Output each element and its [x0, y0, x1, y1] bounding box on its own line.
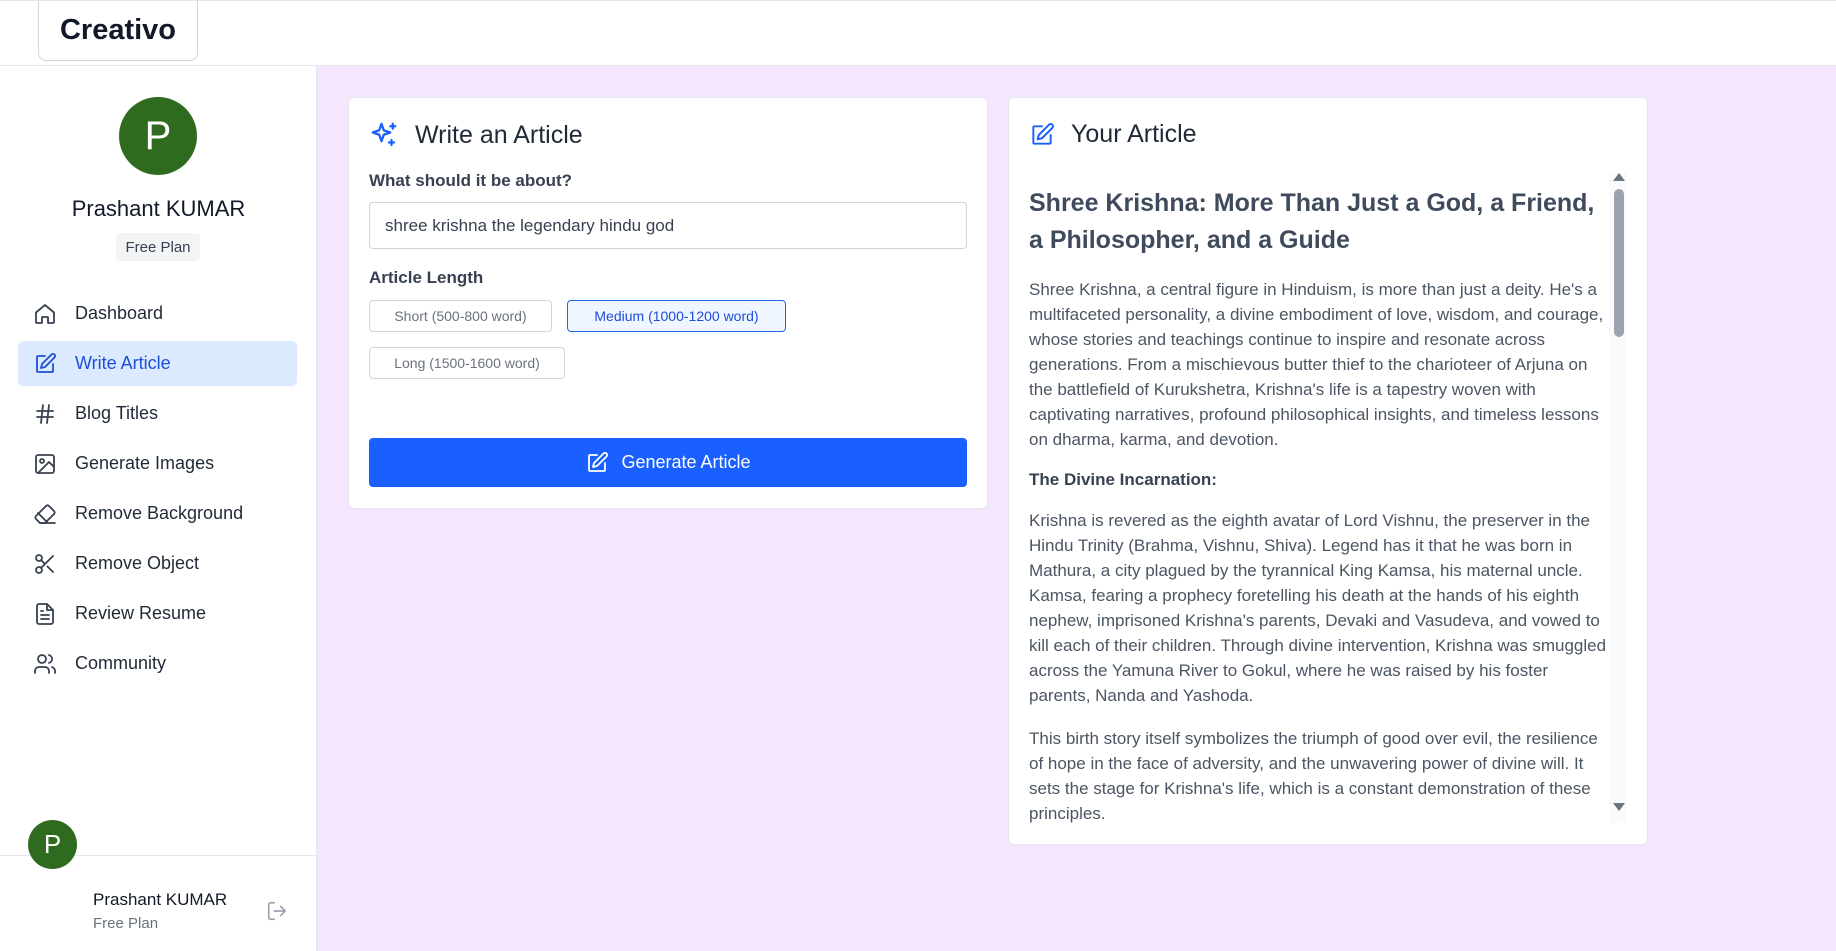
generate-article-label: Generate Article [621, 452, 751, 472]
footer-avatar[interactable]: P [28, 820, 77, 869]
article-paragraph: This birth story itself symbolizes the t… [1029, 729, 1598, 823]
avatar[interactable]: P [119, 97, 197, 175]
article-scrollbar[interactable] [1609, 173, 1627, 823]
users-icon [34, 653, 56, 674]
hash-icon [36, 403, 54, 424]
footer-plan: Free Plan [93, 915, 159, 932]
scroll-thumb[interactable] [1614, 189, 1624, 337]
sidebar-nav: Dashboard Write Article Blog Titles Gene… [18, 291, 297, 691]
form-header: Write an Article [369, 120, 583, 150]
sidebar-item-remove-background[interactable]: Remove Background [18, 491, 297, 536]
sidebar-item-write-article[interactable]: Write Article [18, 341, 297, 386]
scissors-icon [35, 553, 54, 574]
length-option-long[interactable]: Long (1500-1600 word) [369, 347, 565, 379]
sidebar-item-label: Remove Object [75, 553, 200, 573]
article-panel-title: Your Article [1071, 120, 1197, 148]
sidebar-item-label: Community [75, 653, 167, 673]
form-title: Write an Article [415, 120, 583, 149]
home-icon [35, 303, 55, 324]
topic-label: What should it be about? [369, 171, 573, 190]
logout-icon[interactable] [266, 900, 288, 922]
edit-icon [36, 352, 56, 373]
sidebar-item-blog-titles[interactable]: Blog Titles [18, 391, 297, 436]
sidebar-item-remove-object[interactable]: Remove Object [18, 541, 297, 586]
sidebar-item-generate-images[interactable]: Generate Images [18, 441, 297, 486]
sidebar-item-community[interactable]: Community [18, 641, 297, 686]
article-header: Your Article [1029, 120, 1197, 149]
article-paragraph: Krishna is revered as the eighth avatar … [1029, 511, 1607, 705]
sidebar: P Prashant KUMAR Free Plan Dashboard Wri… [0, 66, 317, 951]
app-logo[interactable]: Creativo [38, 1, 198, 61]
length-option-medium[interactable]: Medium (1000-1200 word) [567, 300, 786, 332]
topic-input[interactable] [369, 202, 967, 249]
scroll-down-arrow-icon[interactable] [1613, 803, 1625, 811]
article-title: Shree Krishna: More Than Just a God, a F… [1029, 189, 1595, 254]
footer-user-name: Prashant KUMAR [93, 890, 228, 909]
plan-badge: Free Plan [116, 233, 200, 261]
length-label: Article Length [369, 268, 484, 287]
file-text-icon [36, 602, 54, 625]
edit-icon [1032, 122, 1054, 145]
sparkles-icon [371, 122, 397, 147]
user-name: Prashant KUMAR [71, 196, 246, 221]
edit-icon [588, 451, 609, 472]
image-icon [35, 453, 55, 474]
sidebar-item-dashboard[interactable]: Dashboard [18, 291, 297, 336]
sidebar-item-label: Write Article [75, 353, 171, 373]
article-paragraph: Shree Krishna, a central figure in Hindu… [1029, 280, 1604, 449]
top-bar: Creativo [0, 0, 1836, 66]
article-output-card: Your Article Shree Krishna: More Than Ju… [1008, 97, 1648, 845]
sidebar-item-label: Generate Images [75, 453, 215, 473]
article-subheading: The Divine Incarnation: [1029, 470, 1217, 489]
sidebar-item-label: Dashboard [75, 303, 164, 323]
scroll-up-arrow-icon[interactable] [1613, 173, 1625, 181]
length-option-short[interactable]: Short (500-800 word) [369, 300, 552, 332]
sidebar-item-label: Review Resume [75, 603, 207, 623]
article-content[interactable]: Shree Krishna: More Than Just a God, a F… [1029, 173, 1609, 823]
eraser-icon [34, 503, 56, 524]
article-form-card: Write an Article What should it be about… [348, 97, 988, 509]
sidebar-item-label: Blog Titles [75, 403, 159, 423]
generate-article-button[interactable]: Generate Article [369, 438, 967, 487]
sidebar-item-label: Remove Background [75, 503, 244, 523]
sidebar-item-review-resume[interactable]: Review Resume [18, 591, 297, 636]
